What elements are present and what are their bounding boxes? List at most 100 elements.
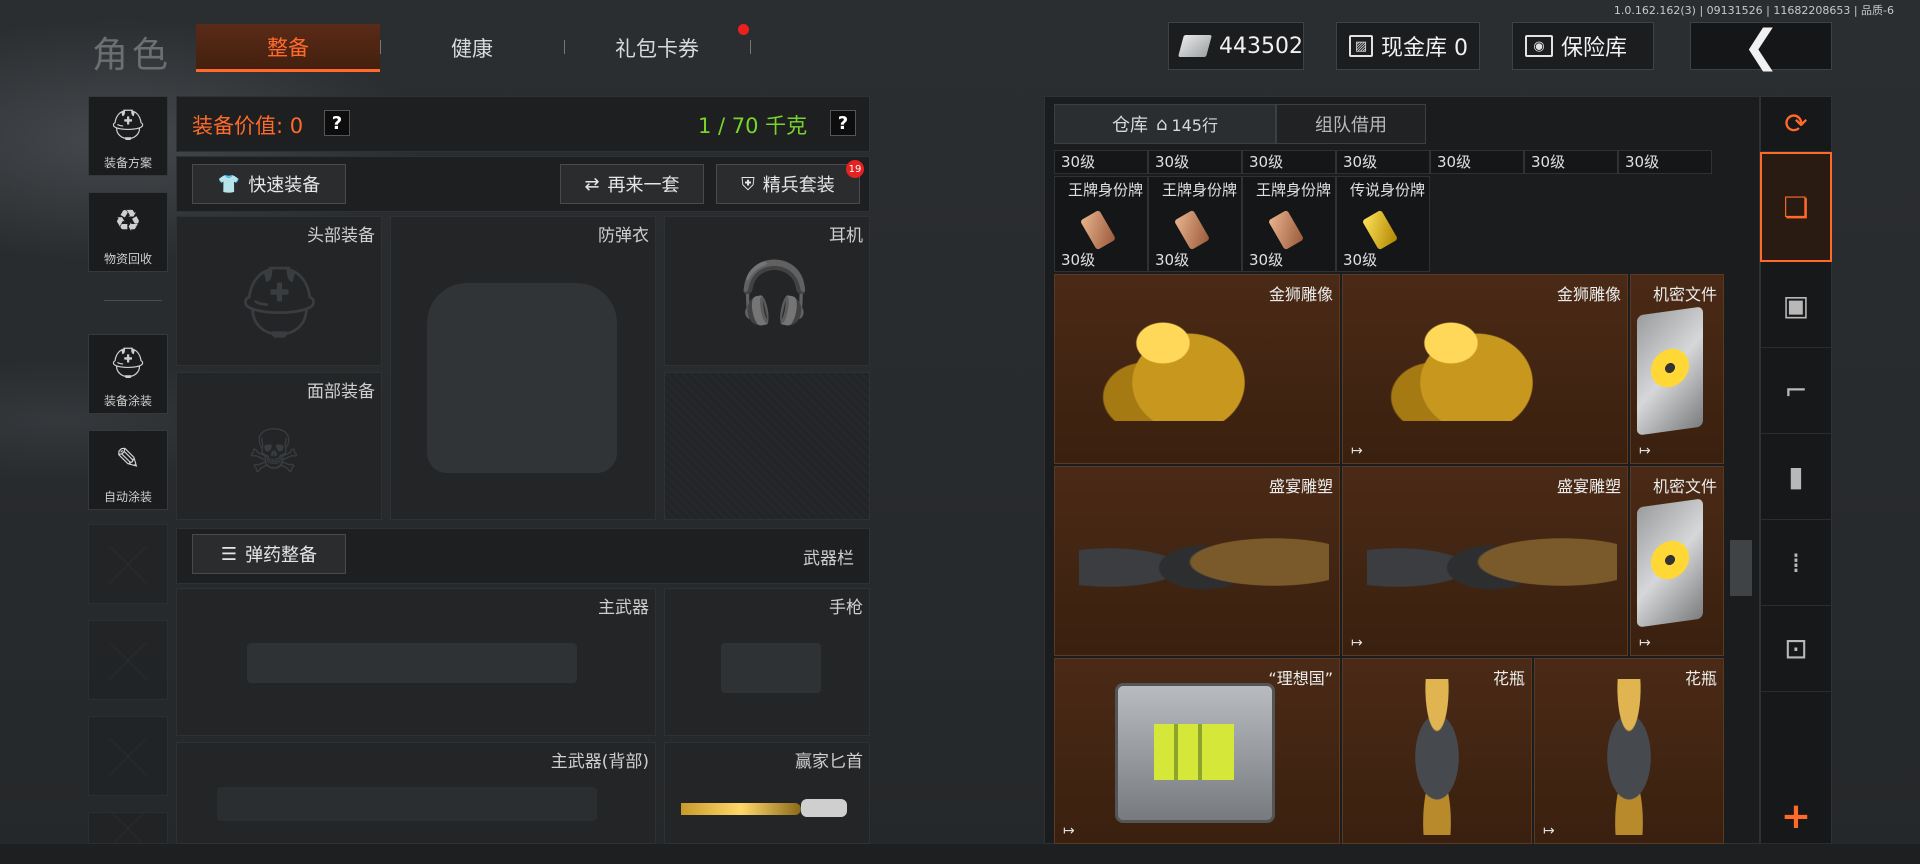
category-attachment-tab[interactable]: ⊡: [1760, 606, 1832, 692]
category-magazine-tab[interactable]: ▮: [1760, 434, 1832, 520]
inventory-cell-tag[interactable]: 王牌身份牌 30级: [1148, 176, 1242, 272]
item-level: 30级: [1343, 153, 1378, 171]
inventory-item[interactable]: 花瓶: [1342, 658, 1532, 844]
sidebar-empty-slot: [88, 620, 168, 700]
elite-set-label: 精兵套装: [762, 175, 835, 196]
melee-slot[interactable]: 赢家匕首: [664, 742, 870, 844]
inventory-cell[interactable]: 30级: [1336, 150, 1430, 174]
classified-disk-icon: [1637, 306, 1703, 436]
inventory-item[interactable]: 机密文件 ↦: [1630, 274, 1724, 464]
elite-badge: 19: [846, 160, 864, 178]
export-icon: ↦: [1639, 443, 1651, 459]
headset-slot[interactable]: 耳机 🎧: [664, 216, 870, 366]
item-level: 30级: [1437, 153, 1472, 171]
cash-vault-button[interactable]: ▨ 现金库 0: [1336, 22, 1480, 70]
head-slot[interactable]: 头部装备 ⛑: [176, 216, 382, 366]
inventory-cell[interactable]: 30级: [1524, 150, 1618, 174]
face-slot[interactable]: 面部装备 ☠: [176, 372, 382, 520]
back-button[interactable]: ❮: [1690, 21, 1832, 72]
inventory-item[interactable]: “理想国” ↦: [1054, 658, 1340, 844]
inventory-item[interactable]: 金狮雕像: [1054, 274, 1340, 464]
item-name: 王牌身份牌: [1067, 181, 1143, 199]
inventory-cell[interactable]: 30级: [1148, 150, 1242, 174]
item-name: 传说身份牌: [1349, 181, 1425, 199]
inventory-cell[interactable]: 30级: [1618, 150, 1712, 174]
primary-back-slot[interactable]: 主武器(背部): [176, 742, 656, 844]
safe-button[interactable]: ◉ 保险库: [1512, 22, 1654, 70]
category-all-tab[interactable]: ❏: [1760, 152, 1832, 262]
sidebar-empty-slot: [88, 524, 168, 604]
inventory-cell-tag[interactable]: 王牌身份牌 30级: [1054, 176, 1148, 272]
category-weapon-tab[interactable]: ⌐: [1760, 348, 1832, 434]
gold-lion-statue-icon: [1095, 301, 1265, 421]
sidebar-item-recycle[interactable]: ♻ 物资回收: [88, 192, 168, 272]
paint-helmet-icon: ⛑: [108, 346, 148, 381]
equip-again-button[interactable]: ⇄ 再来一套: [560, 164, 704, 204]
sidebar-item-label: 自动涂装: [103, 490, 152, 504]
tab-gift-coupons[interactable]: 礼包卡券: [566, 24, 748, 72]
warehouse-scrollbar[interactable]: [1728, 150, 1752, 840]
item-name: 花瓶: [1492, 669, 1525, 688]
tab-warehouse[interactable]: 仓库 ⌂ 145行: [1054, 104, 1276, 144]
item-name: 盛宴雕塑: [1268, 477, 1333, 496]
inventory-cell[interactable]: 30级: [1430, 150, 1524, 174]
knife-icon: [681, 803, 801, 815]
inventory-item[interactable]: 机密文件 ↦: [1630, 466, 1724, 656]
quick-equip-label: 快速装备: [248, 175, 321, 196]
warehouse-rows: 145行: [1171, 116, 1218, 135]
inventory-cell[interactable]: 30级: [1054, 150, 1148, 174]
stack-icon: ❏: [1783, 190, 1809, 224]
helmet-plan-icon: ⛑: [108, 108, 148, 143]
sidebar-empty-slot: [88, 812, 168, 844]
inventory-item[interactable]: 花瓶 ↦: [1534, 658, 1724, 844]
sidebar-item-equip-paint[interactable]: ⛑ 装备涂装: [88, 334, 168, 414]
sidebar-divider: [104, 300, 162, 301]
inventory-item[interactable]: 盛宴雕塑 ↦: [1342, 466, 1628, 656]
item-level: 30级: [1249, 153, 1284, 171]
safe-icon: ◉: [1525, 35, 1553, 57]
pistol-slot[interactable]: 手枪: [664, 588, 870, 736]
weight-help-button[interactable]: ?: [830, 110, 856, 136]
scrollbar-thumb[interactable]: [1730, 540, 1752, 596]
value-help-button[interactable]: ?: [324, 110, 350, 136]
add-category-button[interactable]: +: [1760, 790, 1832, 844]
tab-health[interactable]: 健康: [382, 24, 562, 72]
primary-weapon-slot[interactable]: 主武器: [176, 588, 656, 736]
mask-icon: ☠: [247, 417, 301, 487]
inventory-cell[interactable]: 30级: [1242, 150, 1336, 174]
sidebar-item-equip-plan[interactable]: ⛑ 装备方案: [88, 96, 168, 176]
bottom-bar: [0, 844, 1920, 864]
feast-sculpture-icon: [1367, 507, 1617, 617]
quick-equip-button[interactable]: 👕 快速装备: [192, 164, 346, 204]
item-name: 金狮雕像: [1268, 285, 1333, 304]
tab-equip[interactable]: 整备: [196, 24, 380, 72]
build-info: 1.0.162.162(3) | 09131526 | 11682208653 …: [1613, 4, 1894, 17]
banknote-icon: [1178, 35, 1212, 57]
magazine-icon: ▮: [1788, 460, 1804, 493]
scope-icon: ⊡: [1784, 632, 1808, 665]
inventory-cell-tag[interactable]: 传说身份牌 30级: [1336, 176, 1430, 272]
classified-disk-icon: [1637, 498, 1703, 628]
dog-tag-icon: [1267, 209, 1305, 251]
elite-set-button[interactable]: ⛨ 精兵套装: [716, 164, 860, 204]
sidebar-item-auto-paint[interactable]: ✎ 自动涂装: [88, 430, 168, 510]
item-level: 30级: [1343, 251, 1378, 269]
locked-slot: [664, 372, 870, 520]
category-armor-tab[interactable]: ▣: [1760, 264, 1832, 348]
slot-label: 耳机: [829, 226, 863, 246]
headset-icon: 🎧: [737, 258, 812, 328]
ammo-prep-button[interactable]: ☰ 弹药整备: [192, 534, 346, 574]
category-ammo-tab[interactable]: ⁞: [1760, 520, 1832, 606]
armor-slot[interactable]: 防弹衣: [390, 216, 656, 520]
tab-team-borrow[interactable]: 组队借用: [1276, 104, 1426, 144]
item-level: 30级: [1061, 251, 1096, 269]
export-icon: ↦: [1351, 635, 1363, 651]
inventory-cell-tag[interactable]: 王牌身份牌 30级: [1242, 176, 1336, 272]
inventory-item[interactable]: 盛宴雕塑: [1054, 466, 1340, 656]
item-level: 30级: [1531, 153, 1566, 171]
item-name: “理想国”: [1268, 669, 1333, 688]
slot-label: 赢家匕首: [795, 752, 863, 772]
sort-refresh-button[interactable]: ⟳: [1760, 96, 1832, 152]
item-name: 王牌身份牌: [1161, 181, 1237, 199]
inventory-item[interactable]: 金狮雕像 ↦: [1342, 274, 1628, 464]
